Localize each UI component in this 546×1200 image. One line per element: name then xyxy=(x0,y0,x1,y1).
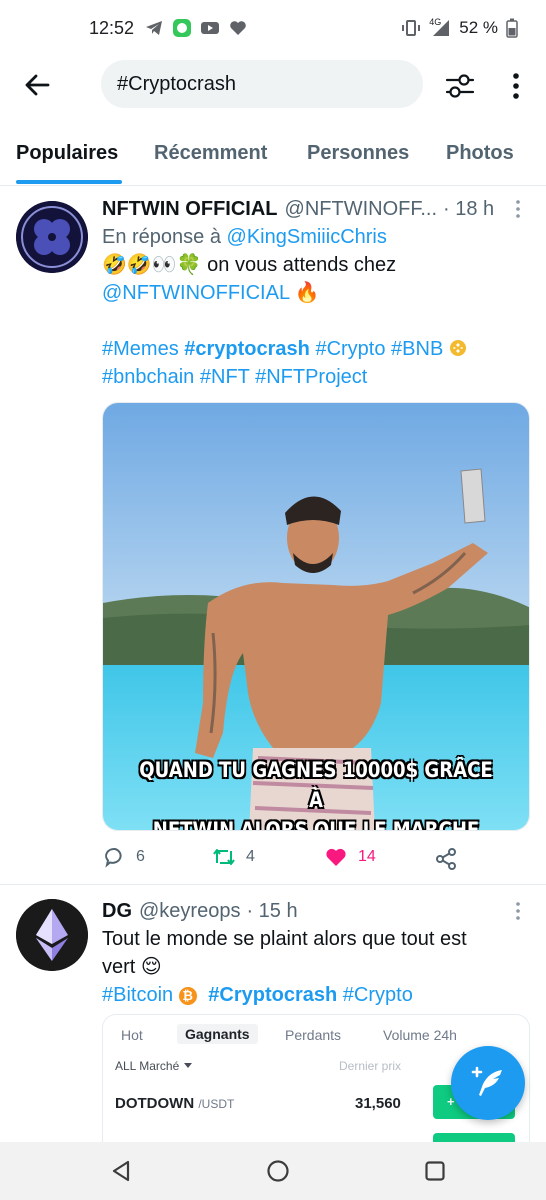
market-filter-label: ALL Marché xyxy=(115,1059,180,1073)
hashtag-link[interactable]: #Bitcoin xyxy=(102,984,173,1006)
system-navigation-bar xyxy=(0,1142,546,1200)
avatar[interactable] xyxy=(16,899,88,971)
avatar[interactable] xyxy=(16,201,88,273)
vibrate-icon xyxy=(402,20,421,36)
hashtag-link[interactable]: #bnbchain xyxy=(102,366,194,388)
search-filter-icon[interactable] xyxy=(444,70,476,102)
nav-home-icon[interactable] xyxy=(266,1159,290,1183)
author-handle[interactable]: @keyreops xyxy=(139,897,240,925)
compose-feather-icon xyxy=(471,1066,502,1096)
hashtag-link[interactable]: #Crypto xyxy=(343,984,413,1006)
active-tab-indicator xyxy=(16,180,122,184)
tweet-more-icon[interactable] xyxy=(510,899,526,923)
market-tab-perdants: Perdants xyxy=(285,1027,342,1043)
like-button[interactable]: 14 xyxy=(324,846,376,868)
ethereum-logo-icon xyxy=(16,899,88,971)
compose-tweet-button[interactable] xyxy=(451,1046,525,1120)
fire-emoji: 🔥 xyxy=(289,282,320,304)
clover-logo-icon xyxy=(16,201,88,273)
heart-filled-icon xyxy=(326,848,346,866)
status-system-icons: 4G 52 % xyxy=(401,17,518,38)
hashtag-link[interactable]: #BNB xyxy=(391,338,443,360)
youtube-icon xyxy=(201,22,219,34)
tweet-header: DG @keyreops · 15 h xyxy=(102,897,530,925)
messenger-icon xyxy=(173,19,191,37)
more-options-icon[interactable] xyxy=(506,70,526,102)
status-notification-icons xyxy=(144,18,248,38)
like-count: 14 xyxy=(358,848,376,865)
retweet-count: 4 xyxy=(246,848,255,865)
telegram-icon xyxy=(146,21,162,35)
reply-context: En réponse à @KingSmiiicChris xyxy=(102,223,530,251)
market-tabs: Hot Gagnants Perdants Volume 24h xyxy=(103,1023,529,1049)
tweet-actions: 6 4 14 xyxy=(102,846,530,872)
market-tab-volume: Volume 24h xyxy=(383,1027,457,1043)
tweet-hashtags: #Bitcoin ₿ #Cryptocrash #Crypto xyxy=(102,981,530,1009)
tweet-hashtags: #Memes #cryptocrash #Crypto #BNB #bnbcha… xyxy=(102,335,530,391)
hashtag-link[interactable]: #Memes xyxy=(102,338,179,360)
tab-recemment[interactable]: Récemment xyxy=(154,142,267,165)
meme-caption-line-1: QUAND TU GAGNES 10000$ GRÂCE À xyxy=(139,758,493,812)
search-box[interactable] xyxy=(101,60,423,108)
tweet-emoji: 🤣🤣👀🍀 xyxy=(102,254,202,276)
hashtag-link[interactable]: #Cryptocrash xyxy=(208,984,337,1006)
reply-icon xyxy=(105,847,122,868)
author-name[interactable]: NFTWIN OFFICIAL xyxy=(102,195,278,223)
author-name[interactable]: DG xyxy=(102,897,132,925)
caret-down-icon xyxy=(183,1063,192,1068)
hashtag-link[interactable]: #Crypto xyxy=(315,338,385,360)
tweet-body: NFTWIN OFFICIAL @NFTWINOFF... · 18 h En … xyxy=(102,195,530,391)
pair-base: DOTDOWN xyxy=(115,1095,195,1112)
tweet-header: NFTWIN OFFICIAL @NFTWINOFF... · 18 h xyxy=(102,195,530,223)
share-icon[interactable] xyxy=(434,847,458,871)
reply-button[interactable]: 6 xyxy=(104,846,145,868)
market-price: 31,560 xyxy=(355,1095,401,1112)
back-arrow-icon[interactable] xyxy=(22,70,52,100)
tweet-text: Tout le monde se plaint alors que tout e… xyxy=(102,925,530,981)
meme-caption: QUAND TU GAGNES 10000$ GRÂCE À NFTWIN AL… xyxy=(133,755,499,831)
market-pair: DOTDOWN /USDT xyxy=(115,1095,234,1112)
network-type: 4G xyxy=(429,17,442,27)
status-bar: 12:52 4G 52 % xyxy=(0,0,546,58)
tweet-more-icon[interactable] xyxy=(510,197,526,221)
hashtag-link[interactable]: #NFT xyxy=(200,366,250,388)
tweet-text-line: Tout le monde se plaint alors que tout e… xyxy=(102,928,467,950)
status-time: 12:52 xyxy=(89,18,135,38)
tab-personnes[interactable]: Personnes xyxy=(307,142,409,165)
bnb-coin-icon xyxy=(449,340,466,356)
author-handle[interactable]: @NFTWINOFF... xyxy=(285,195,438,223)
tweet-body: DG @keyreops · 15 h Tout le monde se pla… xyxy=(102,897,530,1009)
reply-to-link[interactable]: @KingSmiiicChris xyxy=(227,226,387,248)
tweet-media-image[interactable]: QUAND TU GAGNES 10000$ GRÂCE À NFTWIN AL… xyxy=(102,402,530,831)
market-filter: ALL Marché xyxy=(115,1059,193,1073)
market-tab-hot: Hot xyxy=(121,1027,143,1043)
battery-percent: 52 % xyxy=(459,18,498,37)
retweet-button[interactable]: 4 xyxy=(212,846,255,868)
tab-photos[interactable]: Photos xyxy=(446,142,514,165)
tweet-text-line: vert 😌 xyxy=(102,956,162,978)
tweet-text: 🤣🤣👀🍀 on vous attends chez @NFTWINOFFICIA… xyxy=(102,251,530,307)
search-tabs: Populaires Récemment Personnes Photos xyxy=(0,126,546,186)
mention-link[interactable]: @NFTWINOFFICIAL xyxy=(102,282,289,304)
search-top-bar xyxy=(0,58,546,112)
hashtag-link[interactable]: #NFTProject xyxy=(255,366,367,388)
reply-prefix: En réponse à xyxy=(102,226,227,248)
tweet-text-line: on vous attends chez xyxy=(201,254,397,276)
meme-caption-line-2: NFTWIN ALORS QUE LE MARCHE SAIGNE xyxy=(152,818,480,831)
price-header: Dernier prix xyxy=(339,1059,402,1073)
reply-count: 6 xyxy=(136,848,145,865)
nav-back-icon[interactable] xyxy=(109,1159,133,1183)
tab-populaires[interactable]: Populaires xyxy=(16,142,118,165)
battery-icon xyxy=(506,18,518,38)
market-tab-gagnants: Gagnants xyxy=(177,1024,258,1044)
nav-recents-icon[interactable] xyxy=(423,1159,447,1183)
hashtag-link[interactable]: #cryptocrash xyxy=(184,338,310,360)
tweet-time: · 15 h xyxy=(246,900,298,922)
search-input[interactable] xyxy=(101,60,423,108)
tweet-time: · 18 h xyxy=(443,198,495,220)
bitcoin-icon: ₿ xyxy=(178,987,197,1005)
heart-icon xyxy=(230,21,246,35)
pair-quote: /USDT xyxy=(198,1097,235,1111)
retweet-icon xyxy=(213,849,235,865)
